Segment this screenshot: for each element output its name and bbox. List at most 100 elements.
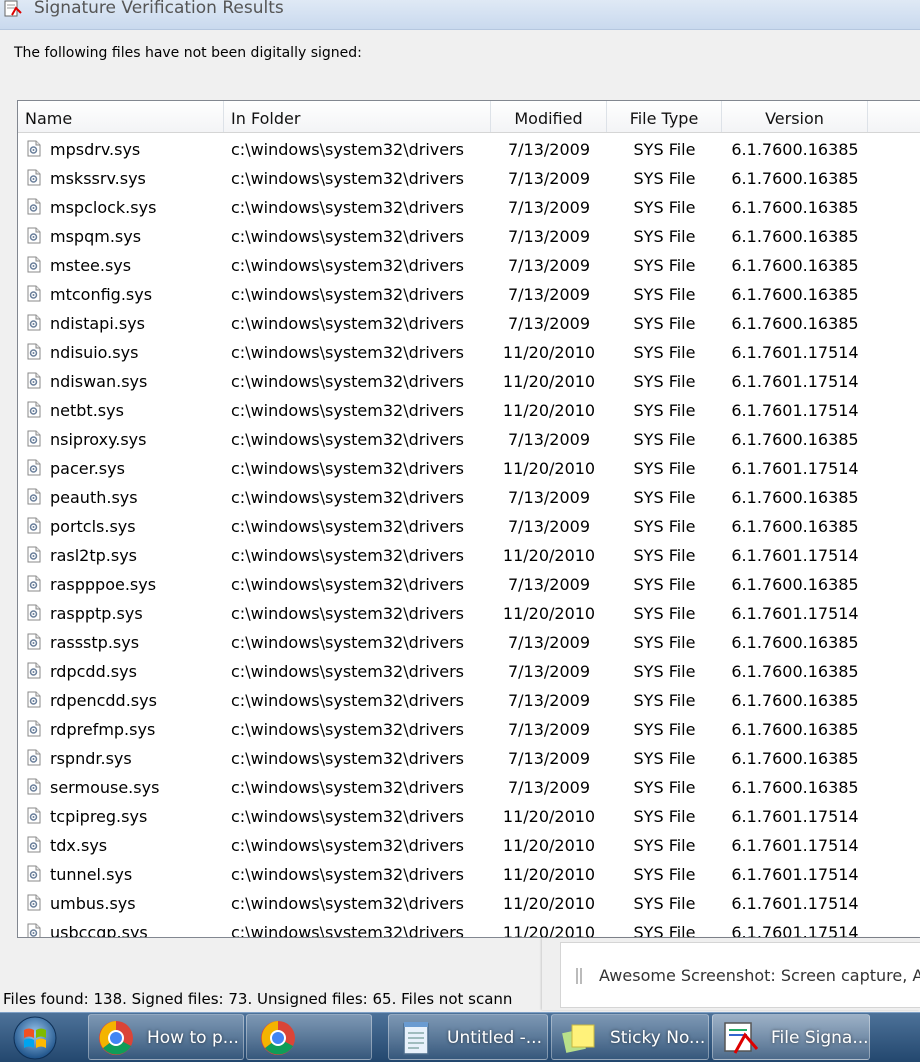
table-row[interactable]: pacer.sys c:\windows\system32\drivers 11/2… (18, 452, 920, 481)
file-version: 6.1.7601.17514 (731, 459, 859, 478)
file-version: 6.1.7601.17514 (731, 401, 859, 420)
file-folder: c:\windows\system32\drivers (231, 807, 465, 826)
table-row[interactable]: peauth.sys c:\windows\system32\drivers 7/1… (18, 481, 920, 510)
column-header-name[interactable]: Name (18, 101, 224, 132)
system-file-icon (27, 662, 41, 679)
table-row[interactable]: rdpcdd.sys c:\windows\system32\drivers 7/1… (18, 655, 920, 684)
table-row[interactable]: mspclock.sys c:\windows\system32\drivers 7… (18, 191, 920, 220)
file-version: 6.1.7601.17514 (731, 807, 859, 826)
file-type: SYS File (633, 169, 696, 188)
table-row[interactable]: raspptp.sys c:\windows\system32\drivers 11… (18, 597, 920, 626)
file-version: 6.1.7600.16385 (731, 227, 859, 246)
file-modified: 7/13/2009 (507, 720, 591, 739)
table-row[interactable]: rdpencdd.sys c:\windows\system32\drivers 7… (18, 684, 920, 713)
taskbar-item-label: Sticky No... (610, 1028, 706, 1048)
system-file-icon (27, 894, 41, 911)
table-row[interactable]: rspndr.sys c:\windows\system32\drivers 7/1… (18, 742, 920, 771)
table-row[interactable]: ndiswan.sys c:\windows\system32\drivers 11… (18, 365, 920, 394)
column-header-file-type[interactable]: File Type (607, 101, 722, 132)
system-file-icon (27, 140, 41, 157)
table-row[interactable]: portcls.sys c:\windows\system32\drivers 7/… (18, 510, 920, 539)
file-type: SYS File (633, 256, 696, 275)
list-rows: mpsdrv.sys c:\windows\system32\drivers 7/1… (18, 133, 920, 938)
file-folder: c:\windows\system32\drivers (231, 894, 465, 913)
table-row[interactable]: tunnel.sys c:\windows\system32\drivers 11/… (18, 858, 920, 887)
file-folder: c:\windows\system32\drivers (231, 401, 465, 420)
file-modified: 11/20/2010 (502, 807, 596, 826)
file-type: SYS File (633, 198, 696, 217)
system-file-icon (27, 198, 41, 215)
file-name: rspndr.sys (50, 749, 132, 768)
file-name: mspclock.sys (50, 198, 157, 217)
table-row[interactable]: ndistapi.sys c:\windows\system32\drivers 7… (18, 307, 920, 336)
file-type: SYS File (633, 314, 696, 333)
table-row[interactable]: raspppoe.sys c:\windows\system32\drivers 7… (18, 568, 920, 597)
column-header-modified[interactable]: Modified (491, 101, 607, 132)
taskbar-item-chrome-2[interactable] (246, 1014, 372, 1060)
file-modified: 7/13/2009 (507, 575, 591, 594)
taskbar-item-sticky-notes[interactable]: Sticky No... (551, 1014, 709, 1060)
system-file-icon (27, 430, 41, 447)
table-row[interactable]: usbccgp.sys c:\windows\system32\drivers 11… (18, 916, 920, 938)
unsigned-files-list[interactable]: Name In Folder Modified File Type Versio… (17, 100, 920, 938)
file-folder: c:\windows\system32\drivers (231, 343, 465, 362)
file-version: 6.1.7600.16385 (731, 575, 859, 594)
table-row[interactable]: ndisuio.sys c:\windows\system32\drivers 11… (18, 336, 920, 365)
system-file-icon (27, 865, 41, 882)
file-name: pacer.sys (50, 459, 125, 478)
taskbar-item-notepad[interactable]: Untitled -... (388, 1014, 548, 1060)
file-type: SYS File (633, 430, 696, 449)
file-version: 6.1.7600.16385 (731, 198, 859, 217)
file-modified: 11/20/2010 (502, 865, 596, 884)
file-name: mspqm.sys (50, 227, 142, 246)
system-file-icon (27, 546, 41, 563)
file-name: raspptp.sys (50, 604, 143, 623)
file-folder: c:\windows\system32\drivers (231, 662, 465, 681)
file-name: tunnel.sys (50, 865, 133, 884)
column-header-version[interactable]: Version (722, 101, 868, 132)
table-row[interactable]: mstee.sys c:\windows\system32\drivers 7/13… (18, 249, 920, 278)
file-name: tcpipreg.sys (50, 807, 148, 826)
column-header-folder[interactable]: In Folder (224, 101, 491, 132)
file-name: raspppoe.sys (50, 575, 157, 594)
file-type: SYS File (633, 517, 696, 536)
file-version: 6.1.7601.17514 (731, 894, 859, 913)
windows-start-icon[interactable] (4, 1015, 66, 1060)
table-row[interactable]: umbus.sys c:\windows\system32\drivers 11/2… (18, 887, 920, 916)
table-row[interactable]: rassstp.sys c:\windows\system32\drivers 7/… (18, 626, 920, 655)
table-row[interactable]: rdprefmp.sys c:\windows\system32\drivers 7… (18, 713, 920, 742)
file-version: 6.1.7600.16385 (731, 749, 859, 768)
file-modified: 7/13/2009 (507, 517, 591, 536)
file-modified: 7/13/2009 (507, 662, 591, 681)
table-row[interactable]: rasl2tp.sys c:\windows\system32\drivers 11… (18, 539, 920, 568)
file-type: SYS File (633, 401, 696, 420)
file-modified: 7/13/2009 (507, 749, 591, 768)
file-name: rdpcdd.sys (50, 662, 137, 681)
file-modified: 11/20/2010 (502, 546, 596, 565)
file-folder: c:\windows\system32\drivers (231, 285, 465, 304)
extension-notification: Awesome Screenshot: Screen capture, Ann (542, 938, 920, 1010)
table-row[interactable]: tdx.sys c:\windows\system32\drivers 11/20/… (18, 829, 920, 858)
table-row[interactable]: mtconfig.sys c:\windows\system32\drivers 7… (18, 278, 920, 307)
table-row[interactable]: mpsdrv.sys c:\windows\system32\drivers 7/1… (18, 133, 920, 162)
table-row[interactable]: tcpipreg.sys c:\windows\system32\drivers 1… (18, 800, 920, 829)
file-type: SYS File (633, 778, 696, 797)
taskbar-item-chrome-how-to[interactable]: How to p... (88, 1014, 244, 1060)
file-type: SYS File (633, 749, 696, 768)
table-row[interactable]: mspqm.sys c:\windows\system32\drivers 7/13… (18, 220, 920, 249)
file-folder: c:\windows\system32\drivers (231, 923, 465, 938)
table-row[interactable]: nsiproxy.sys c:\windows\system32\drivers 7… (18, 423, 920, 452)
table-row[interactable]: mskssrv.sys c:\windows\system32\drivers 7/… (18, 162, 920, 191)
table-row[interactable]: sermouse.sys c:\windows\system32\drivers 7… (18, 771, 920, 800)
file-folder: c:\windows\system32\drivers (231, 256, 465, 275)
file-modified: 7/13/2009 (507, 778, 591, 797)
file-modified: 7/13/2009 (507, 227, 591, 246)
system-file-icon (27, 459, 41, 476)
file-modified: 7/13/2009 (507, 314, 591, 333)
table-row[interactable]: netbt.sys c:\windows\system32\drivers 11/2… (18, 394, 920, 423)
system-file-icon (27, 256, 41, 273)
taskbar-item-file-signature[interactable]: File Signa... (712, 1014, 870, 1060)
chrome-icon (261, 1021, 295, 1055)
notification-card[interactable]: Awesome Screenshot: Screen capture, Ann (560, 942, 920, 1008)
file-folder: c:\windows\system32\drivers (231, 517, 465, 536)
